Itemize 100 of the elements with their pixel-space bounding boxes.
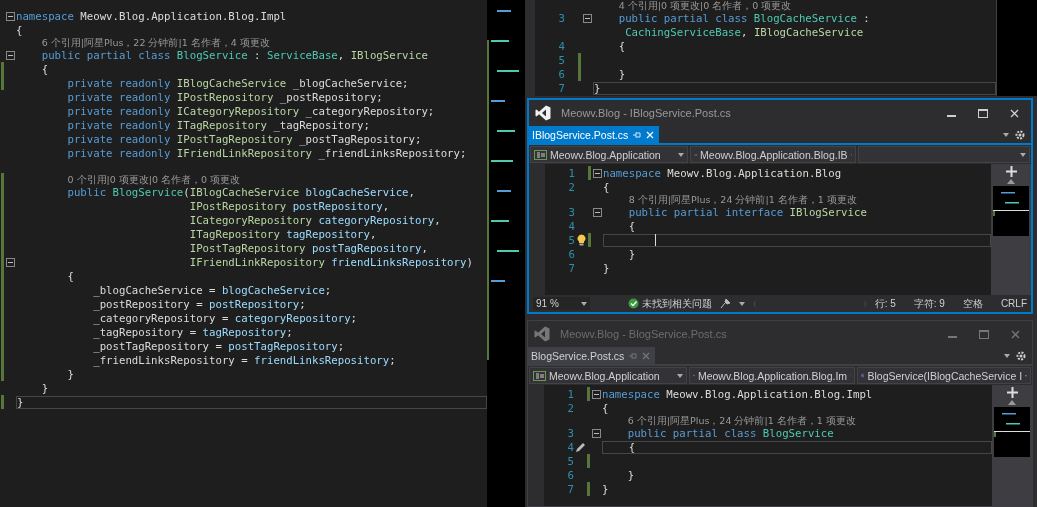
code-line: public partial class BlogService [626,426,835,440]
code-line: ICategoryRepository categoryRepository, [188,213,442,227]
maximize-icon [979,329,989,339]
issues-status[interactable]: 未找到相关问题 [641,296,712,311]
line-number: 7 [558,81,565,95]
dropdown-arrow-icon [1003,132,1009,137]
scroll-up-icon[interactable] [1007,179,1015,184]
collapse-icon[interactable] [593,168,602,178]
window-title: Meowv.Blog - IBlogService.Post.cs [561,107,731,119]
code-line: { [40,62,50,76]
line-ending-indicator[interactable]: CRLF [1000,298,1027,309]
code-line: _friendLinksRepository = friendLinksRepository; [92,353,397,367]
code-line: private readonly IPostRepository _postRepository; [66,90,384,104]
code-line: ITagRepository tagRepository, [188,227,378,241]
line-number: 6 [558,67,565,81]
code-line: private readonly IBlogCacheService _blogCacheService; [66,76,410,90]
collapse-icon[interactable] [583,13,592,23]
close-icon [1011,329,1020,339]
code-line: namespace Meowv.Blog.Application.Blog.Impl [602,387,874,401]
code-line: private readonly IPostTagRepository _postTagRepository; [66,132,423,146]
line-number: 2 [567,401,574,415]
minimize-icon [947,115,956,117]
code-line: } [626,468,636,482]
code-line: { [602,401,610,415]
code-line: _categoryRepository = categoryRepository; [92,311,359,325]
app-logo-icon [534,326,550,342]
codelens-text: 6 个引用|阿星Plus，24 分钟前|1 名作者，1 项更改 [626,414,857,427]
code-line: public partial class BlogService : ServiceBase, IBlogService [40,48,429,62]
code-line: { [627,219,637,233]
code-line: public BlogService(IBlogCacheService blogCacheService, [66,185,416,199]
line-indicator: 行: 5 [874,296,896,311]
code-line: } [627,247,637,261]
window-title: Meowv.Blog - BlogService.Post.cs [560,328,727,340]
brush-icon[interactable] [719,298,731,309]
minimap-drawing [993,186,1029,236]
project-icon [534,149,547,160]
dropdown-arrow-icon [1020,152,1026,157]
code-line: _blogCacheService = blogCacheService; [92,283,333,297]
code-line: private readonly ICategoryRepository _categoryRepository; [66,104,436,118]
code-line: CachingServiceBase, IBlogCacheService [624,25,865,39]
horizontal-scrollbar[interactable] [752,298,867,309]
line-number: 4 [567,440,574,454]
settings-icon[interactable] [1015,129,1025,140]
line-number: 3 [568,205,575,219]
code-line: { [617,39,627,53]
dropdown-arrow-icon [1004,353,1010,358]
code-line: namespace Meowv.Blog.Application.Blog [603,166,843,180]
zoom-dropdown[interactable]: 91 % [533,297,590,310]
line-number: 2 [568,180,575,194]
close-icon [1010,108,1019,118]
code-line: public partial class BlogCacheService : [617,11,871,25]
codelens-text: 0 个引用|0 项更改|0 名作者，0 项更改 [66,173,242,186]
code-line: _postRepository = postRepository; [92,297,307,311]
line-number: 5 [558,53,565,67]
line-number: 6 [567,468,574,482]
line-number: 7 [567,482,574,496]
project-icon [533,370,546,381]
code-line: _postTagRepository = postTagRepository; [92,339,346,353]
code-line: } [40,381,50,395]
navigation-dropdown[interactable]: Meowv.Blog.Application.Blog.IB [690,146,856,163]
indent-indicator[interactable]: 空格 [962,296,983,311]
split-icon[interactable] [1005,166,1017,177]
maximize-icon [978,108,988,118]
collapse-icon[interactable] [6,50,15,60]
code-line: namespace Meowv.Blog.Application.Blog.Impl [16,9,288,23]
code-line: } [617,67,627,81]
split-icon[interactable] [1006,387,1018,398]
scroll-up-icon[interactable] [1008,400,1016,405]
codelens-text: 4 个引用|0 项更改|0 名作者，0 项更改 [617,0,793,12]
line-number: 3 [567,426,574,440]
dropdown-arrow-icon [580,301,587,306]
lightbulb-icon[interactable] [576,234,586,246]
line-number: 5 [567,454,574,468]
collapse-icon[interactable] [593,207,602,217]
code-line: IPostTagRepository postTagRepository, [188,241,429,255]
pencil-icon[interactable] [574,441,586,453]
collapse-icon[interactable] [592,428,601,438]
collapse-icon[interactable] [6,257,15,267]
navigation-dropdown[interactable]: Meowv.Blog.Application [530,146,688,163]
app-logo-icon [535,105,551,121]
line-number: 7 [568,261,575,275]
code-line: private readonly ITagRepository _tagRepository; [66,118,371,132]
code-line: public partial interface IBlogService [627,205,868,219]
line-number: 1 [567,387,574,401]
code-line: private readonly IFriendLinkRepository _friendLinksRepository; [66,146,468,160]
check-circle-icon [627,298,639,309]
code-line: IFriendLinkRepository friendLinksRepository) [188,255,474,269]
collapse-icon[interactable] [6,11,15,21]
line-number: 6 [568,247,575,261]
code-line: { [603,180,611,194]
code-line: } [602,482,610,496]
line-number: 4 [558,39,565,53]
dropdown-arrow-icon [678,152,684,157]
line-number: 5 [568,233,575,247]
column-indicator: 字符: 9 [913,296,945,311]
line-number: 1 [568,166,575,180]
line-number: 3 [558,11,565,25]
code-line: } [66,367,75,381]
collapse-icon[interactable] [592,389,601,399]
code-line: } [603,261,611,275]
